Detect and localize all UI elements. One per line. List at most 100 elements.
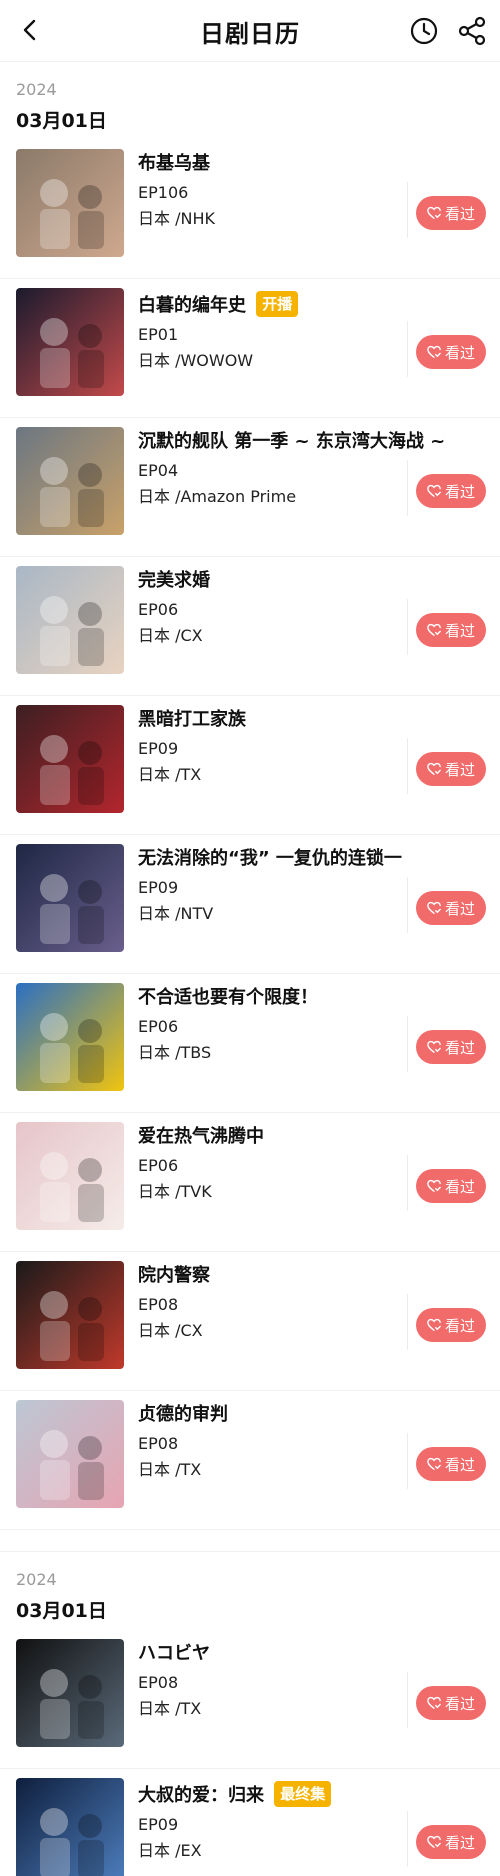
clock-icon	[410, 17, 438, 45]
drama-poster[interactable]	[16, 566, 124, 674]
country-network: 日本 /Amazon Prime	[138, 487, 297, 506]
watched-label: 看过	[444, 760, 475, 779]
drama-poster[interactable]	[16, 1639, 124, 1747]
episode-label: EP09	[138, 878, 179, 897]
drama-poster[interactable]	[16, 1122, 124, 1230]
history-button[interactable]	[408, 15, 440, 47]
poster-image	[16, 705, 124, 813]
episode-label: EP08	[138, 1295, 179, 1314]
section-year: 2024	[16, 1570, 57, 1589]
heart-check-icon	[427, 762, 441, 775]
episode-label: EP08	[138, 1673, 179, 1692]
watched-button[interactable]: 看过	[416, 1169, 486, 1203]
drama-title[interactable]: 院内警察	[138, 1265, 210, 1286]
poster-image	[16, 149, 124, 257]
drama-title[interactable]: 无法消除的“我” 一复仇的连锁一	[138, 848, 402, 869]
heart-check-icon	[427, 1696, 441, 1709]
episode-label: EP01	[138, 325, 179, 344]
watched-button[interactable]: 看过	[416, 613, 486, 647]
drama-list-item[interactable]: 贞德的审判 EP08 日本 /TX 看过	[0, 1391, 500, 1530]
watched-button[interactable]: 看过	[416, 1030, 486, 1064]
heart-check-icon	[427, 484, 441, 497]
watched-label: 看过	[444, 621, 475, 640]
drama-list-item[interactable]: 白暮的编年史 开播 EP01 日本 /WOWOW 看过	[0, 279, 500, 418]
drama-info: 布基乌基 EP106 日本 /NHK	[138, 140, 420, 230]
drama-info: 白暮的编年史 开播 EP01 日本 /WOWOW	[138, 279, 420, 372]
drama-title-row: 院内警察	[138, 1264, 420, 1288]
heart-check-icon	[427, 1457, 441, 1470]
drama-poster[interactable]	[16, 1778, 124, 1876]
drama-poster[interactable]	[16, 844, 124, 952]
drama-list-item[interactable]: 大叔的爱：归来 最终集 EP09 日本 /EX 看过	[0, 1769, 500, 1876]
drama-list-item[interactable]: 不合适也要有个限度！ EP06 日本 /TBS 看过	[0, 974, 500, 1113]
drama-list-item[interactable]: 布基乌基 EP106 日本 /NHK 看过	[0, 140, 500, 279]
drama-title-row: 爱在热气沸腾中	[138, 1125, 420, 1149]
share-button[interactable]	[456, 15, 488, 47]
drama-title-row: 布基乌基	[138, 152, 420, 176]
poster-image	[16, 288, 124, 396]
watched-button[interactable]: 看过	[416, 1308, 486, 1342]
watched-button[interactable]: 看过	[416, 196, 486, 230]
drama-list-item[interactable]: ハコビヤ EP08 日本 /TX 看过	[0, 1630, 500, 1769]
drama-poster[interactable]	[16, 149, 124, 257]
poster-image	[16, 1122, 124, 1230]
episode-label: EP06	[138, 1017, 179, 1036]
section-separator	[0, 1530, 500, 1552]
country-network: 日本 /EX	[138, 1841, 202, 1860]
drama-title-row: 白暮的编年史 开播	[138, 291, 420, 318]
vertical-divider	[407, 877, 408, 933]
drama-title[interactable]: 贞德的审判	[138, 1404, 228, 1425]
watched-button[interactable]: 看过	[416, 891, 486, 925]
drama-poster[interactable]	[16, 1261, 124, 1369]
drama-poster[interactable]	[16, 983, 124, 1091]
episode-label: EP06	[138, 600, 179, 619]
country-network: 日本 /CX	[138, 626, 203, 645]
watched-button[interactable]: 看过	[416, 474, 486, 508]
status-badge: 最终集	[274, 1781, 332, 1807]
drama-title[interactable]: 不合适也要有个限度！	[138, 987, 318, 1008]
drama-list-item[interactable]: 院内警察 EP08 日本 /CX 看过	[0, 1252, 500, 1391]
drama-list-item[interactable]: 黑暗打工家族 EP09 日本 /TX 看过	[0, 696, 500, 835]
drama-title[interactable]: 布基乌基	[138, 153, 210, 174]
watched-label: 看过	[444, 1316, 475, 1335]
watched-label: 看过	[444, 899, 475, 918]
drama-info: 黑暗打工家族 EP09 日本 /TX	[138, 696, 420, 786]
drama-title[interactable]: 大叔的爱：归来	[138, 1785, 264, 1806]
watched-button[interactable]: 看过	[416, 335, 486, 369]
drama-list-item[interactable]: 爱在热气沸腾中 EP06 日本 /TVK 看过	[0, 1113, 500, 1252]
watched-button[interactable]: 看过	[416, 752, 486, 786]
drama-poster[interactable]	[16, 288, 124, 396]
drama-title-row: 黑暗打工家族	[138, 708, 420, 732]
watched-button[interactable]: 看过	[416, 1447, 486, 1481]
drama-list-item[interactable]: 沉默的舰队 第一季 ~ 东京湾大海战 ~ EP04 日本 /Amazon Pri…	[0, 418, 500, 557]
drama-poster[interactable]	[16, 427, 124, 535]
episode-label: EP08	[138, 1434, 179, 1453]
drama-list-item[interactable]: 完美求婚 EP06 日本 /CX 看过	[0, 557, 500, 696]
vertical-divider	[407, 1016, 408, 1072]
drama-info: 完美求婚 EP06 日本 /CX	[138, 557, 420, 647]
drama-list-item[interactable]: 无法消除的“我” 一复仇的连锁一 EP09 日本 /NTV 看过	[0, 835, 500, 974]
heart-check-icon	[427, 1179, 441, 1192]
drama-title[interactable]: 白暮的编年史	[138, 295, 246, 316]
country-network: 日本 /TX	[138, 765, 202, 784]
drama-poster[interactable]	[16, 1400, 124, 1508]
drama-title[interactable]: 黑暗打工家族	[138, 709, 246, 730]
watched-label: 看过	[444, 1833, 475, 1852]
poster-image	[16, 1778, 124, 1876]
drama-title[interactable]: 完美求婚	[138, 570, 210, 591]
drama-title-row: 完美求婚	[138, 569, 420, 593]
section-date: 03月01日	[16, 1600, 107, 1622]
watched-button[interactable]: 看过	[416, 1825, 486, 1859]
vertical-divider	[407, 599, 408, 655]
country-network: 日本 /NTV	[138, 904, 214, 923]
drama-title[interactable]: ハコビヤ	[138, 1643, 210, 1664]
drama-title-row: 大叔的爱：归来 最终集	[138, 1781, 420, 1808]
drama-info: 爱在热气沸腾中 EP06 日本 /TVK	[138, 1113, 420, 1203]
watched-button[interactable]: 看过	[416, 1686, 486, 1720]
drama-title[interactable]: 爱在热气沸腾中	[138, 1126, 264, 1147]
country-network: 日本 /WOWOW	[138, 351, 254, 370]
poster-image	[16, 566, 124, 674]
watched-label: 看过	[444, 343, 475, 362]
drama-poster[interactable]	[16, 705, 124, 813]
drama-title[interactable]: 沉默的舰队 第一季 ~ 东京湾大海战 ~	[138, 431, 445, 452]
